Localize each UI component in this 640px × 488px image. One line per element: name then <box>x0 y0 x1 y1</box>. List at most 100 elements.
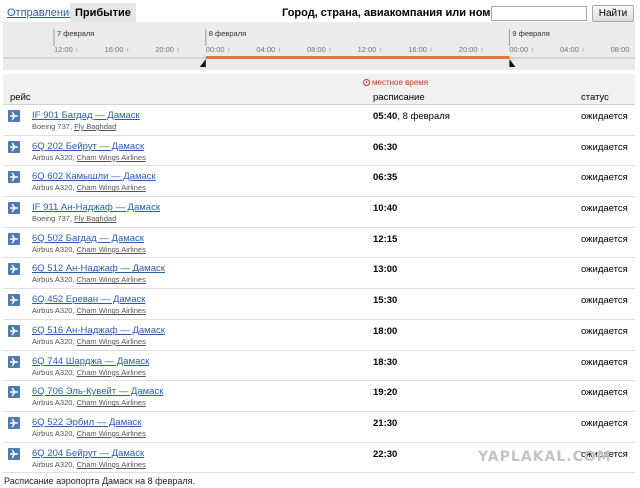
time-value: 21:30 <box>373 417 398 429</box>
plane-icon <box>8 355 20 368</box>
scheduled-time: 19:20 <box>373 387 397 398</box>
aircraft-type: Airbus A320, <box>32 398 77 408</box>
flight-link[interactable]: 6Q 502 Багдад — Дамаск <box>32 233 144 244</box>
table-row: IF 911 Ан-Наджаф — Дамаск Boeing 737, Fly… <box>3 197 635 228</box>
plane-icon <box>8 140 20 153</box>
time-value: 13:00 <box>373 264 398 276</box>
plane-icon <box>8 447 20 460</box>
tick-label: 00:00 <box>509 45 528 54</box>
table-header: местное время рейс расписание статус <box>3 74 635 105</box>
airline-link[interactable]: Cham Wings Airlines <box>77 429 146 438</box>
top-bar: Отправление Прибытие Город, страна, авиа… <box>0 0 640 22</box>
scheduled-time: 05:40, 8 февраля <box>373 111 450 122</box>
footer-caption: Расписание аэропорта Дамаск на 8 февраля… <box>4 476 195 486</box>
table-row: 6Q 744 Шарджа — Дамаск Airbus A320, Cham … <box>3 351 635 382</box>
aircraft-info: Airbus A320, Cham Wings Airlines <box>32 183 146 192</box>
plane-icon <box>8 294 20 307</box>
scheduled-time: 12:15 <box>373 234 397 245</box>
tab-departure[interactable]: Отправление <box>7 7 75 19</box>
tick-label: 04:00 <box>560 45 579 54</box>
airline-link[interactable]: Cham Wings Airlines <box>77 245 146 254</box>
flight-link[interactable]: 6Q 202 Бейрут — Дамаск <box>32 141 144 152</box>
flight-link[interactable]: 6Q 204 Бейрут — Дамаск <box>32 448 144 459</box>
flight-link[interactable]: 6Q 452 Ереван — Дамаск <box>32 294 145 305</box>
time-value: 22:30 <box>373 448 398 460</box>
flight-link[interactable]: 6Q 706 Эль-Кувейт — Дамаск <box>32 386 163 397</box>
airline-link[interactable]: Cham Wings Airlines <box>77 368 146 377</box>
time-value: 12:15 <box>373 233 398 245</box>
table-row: 6Q 502 Багдад — Дамаск Airbus A320, Cham … <box>3 228 635 259</box>
flight-link[interactable]: 6Q 522 Эрбил — Дамаск <box>32 417 141 428</box>
airline-link[interactable]: Cham Wings Airlines <box>77 183 146 192</box>
table-row: IF 901 Багдад — Дамаск Boeing 737, Fly Ba… <box>3 105 635 136</box>
table-row: 6Q 452 Ереван — Дамаск Airbus A320, Cham … <box>3 289 635 320</box>
tick-label: 20:00 <box>155 45 174 54</box>
flight-link[interactable]: IF 911 Ан-Наджаф — Дамаск <box>32 202 160 213</box>
timeline-scale: 7 февраля 8 февраля 9 февраля 12:00 16:00 20:… <box>3 29 635 67</box>
airline-link[interactable]: Cham Wings Airlines <box>77 306 146 315</box>
time-value: 18:00 <box>373 325 398 337</box>
date-label: 7 февраля <box>57 29 94 38</box>
tick-label: 08:00 <box>611 45 630 54</box>
aircraft-info: Airbus A320, Cham Wings Airlines <box>32 429 146 438</box>
aircraft-info: Airbus A320, Cham Wings Airlines <box>32 398 146 407</box>
scheduled-time: 06:35 <box>373 172 397 183</box>
scheduled-time: 06:30 <box>373 142 397 153</box>
scheduled-time: 22:30 <box>373 449 397 460</box>
aircraft-info: Airbus A320, Cham Wings Airlines <box>32 368 146 377</box>
search-input[interactable] <box>491 6 587 21</box>
table-row: 6Q 516 Ан-Наджаф — Дамаск Airbus A320, Ch… <box>3 320 635 351</box>
tick-label: 12:00 <box>54 45 73 54</box>
scheduled-time: 13:00 <box>373 264 397 275</box>
plane-icon <box>8 386 20 399</box>
flights-list: IF 901 Багдад — Дамаск Boeing 737, Fly Ba… <box>3 105 635 474</box>
table-row: 6Q 602 Камышли — Дамаск Airbus A320, Cham… <box>3 166 635 198</box>
aircraft-info: Airbus A320, Cham Wings Airlines <box>32 306 146 315</box>
plane-icon <box>8 171 20 184</box>
range-handle-left[interactable] <box>199 59 206 67</box>
airline-link[interactable]: Cham Wings Airlines <box>77 153 146 162</box>
table-row: 6Q 202 Бейрут — Дамаск Airbus A320, Cham … <box>3 136 635 167</box>
tab-arrival[interactable]: Прибытие <box>70 3 136 22</box>
airline-link[interactable]: Fly Baghdad <box>74 214 116 223</box>
watermark: YAPLAKAL.COM <box>478 449 612 465</box>
aircraft-info: Airbus A320, Cham Wings Airlines <box>32 460 146 469</box>
range-handle-right[interactable] <box>509 59 516 67</box>
aircraft-info: Airbus A320, Cham Wings Airlines <box>32 245 146 254</box>
status-text: ожидается <box>581 141 628 153</box>
aircraft-type: Airbus A320, <box>32 428 77 438</box>
scheduled-time: 10:40 <box>373 203 397 214</box>
aircraft-info: Boeing 737, Fly Baghdad <box>32 122 116 131</box>
local-time-label: местное время <box>372 78 429 87</box>
clock-icon <box>363 79 370 86</box>
time-value: 15:30 <box>373 295 398 307</box>
status-text: ожидается <box>581 387 628 399</box>
table-row: 6Q 512 Ан-Наджаф — Дамаск Airbus A320, Ch… <box>3 258 635 290</box>
scheduled-time: 18:30 <box>373 357 397 368</box>
selected-range[interactable] <box>205 56 510 59</box>
flight-link[interactable]: 6Q 602 Камышли — Дамаск <box>32 171 156 182</box>
scheduled-time: 21:30 <box>373 418 397 429</box>
flight-link[interactable]: 6Q 744 Шарджа — Дамаск <box>32 356 149 367</box>
column-header-schedule: расписание <box>373 92 425 103</box>
status-text: ожидается <box>581 111 628 122</box>
aircraft-type: Airbus A320, <box>32 152 77 162</box>
flight-link[interactable]: IF 901 Багдад — Дамаск <box>32 110 140 121</box>
airline-link[interactable]: Fly Baghdad <box>74 122 116 131</box>
flight-link[interactable]: 6Q 516 Ан-Наджаф — Дамаск <box>32 325 165 336</box>
airline-link[interactable]: Cham Wings Airlines <box>77 275 146 284</box>
scheduled-time: 18:00 <box>373 326 397 337</box>
aircraft-type: Airbus A320, <box>32 367 77 377</box>
aircraft-type: Airbus A320, <box>32 459 77 469</box>
status-text: ожидается <box>581 356 628 368</box>
airline-link[interactable]: Cham Wings Airlines <box>77 337 146 346</box>
tick-label: 20:00 <box>459 45 478 54</box>
flight-link[interactable]: 6Q 512 Ан-Наджаф — Дамаск <box>32 263 165 274</box>
date-label: 8 февраля <box>209 29 246 38</box>
tick-label: 16:00 <box>105 45 124 54</box>
airline-link[interactable]: Cham Wings Airlines <box>77 460 146 469</box>
status-text: ожидается <box>581 325 628 337</box>
search-button[interactable]: Найти <box>592 5 634 22</box>
timeline[interactable]: 7 февраля 8 февраля 9 февраля 12:00 16:00 20:… <box>3 22 635 70</box>
airline-link[interactable]: Cham Wings Airlines <box>77 398 146 407</box>
